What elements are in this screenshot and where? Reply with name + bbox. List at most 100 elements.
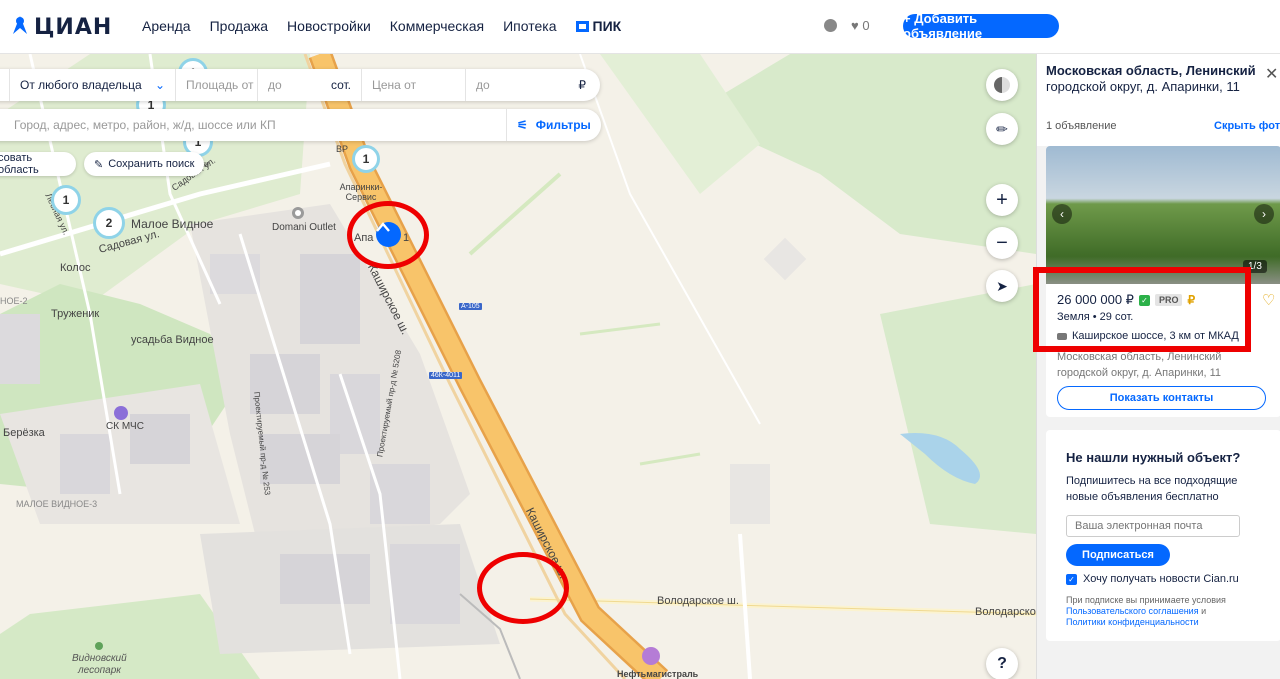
- favorites-count: 0: [862, 18, 870, 33]
- subscribe-card: Не нашли нужный объект? Подпишитесь на в…: [1046, 430, 1280, 641]
- map-label-maloe-vidnoe: Малое Видное: [131, 217, 214, 231]
- annotation-circle-marker: [347, 201, 429, 269]
- subscribe-text: Подпишитесь на все подходящие новые объя…: [1066, 475, 1238, 503]
- map[interactable]: Малое Видное Садовая ул. Лесная ул. Садо…: [0, 54, 1036, 679]
- geolocation-button[interactable]: ➤: [986, 270, 1018, 302]
- map-label-neftemagistral: Нефтьмагистраль: [617, 669, 699, 679]
- zoom-out-button[interactable]: −: [986, 227, 1018, 259]
- road-sign-46k4011: 46К-4011: [429, 372, 463, 379]
- chevron-down-icon[interactable]: ⌄: [0, 69, 10, 101]
- price-to-placeholder: до: [476, 78, 490, 92]
- close-icon[interactable]: ✕: [1265, 64, 1278, 84]
- listing-panel: Московская область, Ленинский городской …: [1036, 54, 1280, 679]
- panel-address-line1: Московская область, Ленинский: [1046, 63, 1256, 78]
- favorites[interactable]: ♥ 0: [851, 18, 870, 33]
- price-to-input[interactable]: до ₽: [466, 69, 596, 101]
- terms-link[interactable]: Пользовательского соглашения: [1066, 606, 1199, 616]
- nav-pik[interactable]: ПИК: [575, 18, 622, 34]
- save-search-button[interactable]: ✎ Сохранить поиск: [84, 152, 205, 176]
- area-unit: сот.: [330, 78, 351, 92]
- news-checkbox-label: Хочу получать новости Cian.ru: [1083, 573, 1239, 585]
- minus-icon: −: [996, 231, 1008, 254]
- map-label-volodarskoe: Володарское ш.: [657, 595, 739, 607]
- save-search-label: Сохранить поиск: [108, 158, 195, 170]
- favorite-heart-icon[interactable]: ♡: [1262, 291, 1275, 309]
- map-label-noe-2: НОЕ-2: [0, 296, 28, 306]
- map-label-domani: Domani Outlet: [272, 222, 336, 233]
- panel-address-line2: городской округ, д. Апаринки, 11: [1046, 79, 1240, 94]
- map-cluster[interactable]: 1: [51, 185, 81, 215]
- map-label-berezka: Берёзка: [3, 427, 45, 439]
- panel-address-title: Московская область, Ленинский городской …: [1046, 63, 1256, 95]
- map-label-sk-mchs: СК МЧС: [106, 421, 144, 432]
- sliders-icon: ⚟: [517, 118, 528, 132]
- map-cluster[interactable]: 1: [352, 145, 380, 173]
- show-contacts-button[interactable]: Показать контакты: [1057, 386, 1266, 410]
- logo-text: ЦИАН: [34, 14, 113, 40]
- toggle-photos-link[interactable]: Скрыть фото: [1214, 120, 1280, 132]
- listing-count: 1 объявление: [1046, 120, 1117, 132]
- bookmark-heart-icon: ✎: [94, 158, 104, 171]
- header-icons: ♥ 0: [824, 18, 870, 33]
- checkbox-checked-icon[interactable]: ✓: [1066, 573, 1077, 585]
- layers-button[interactable]: [986, 69, 1018, 101]
- draw-area-button[interactable]: совать область: [0, 152, 76, 176]
- nav-commercial[interactable]: Коммерческая: [390, 18, 484, 34]
- annotation-circle-junction: [477, 552, 569, 624]
- area-to-input[interactable]: до сот.: [258, 69, 362, 101]
- zoom-in-button[interactable]: +: [986, 184, 1018, 216]
- subscribe-title: Не нашли нужный объект?: [1066, 450, 1241, 465]
- legal-text: При подписке вы принимаете условия Польз…: [1066, 595, 1266, 628]
- nav-pik-label: ПИК: [592, 18, 622, 34]
- email-field[interactable]: [1066, 515, 1240, 537]
- area-to-placeholder: до: [268, 78, 282, 92]
- chevron-left-icon[interactable]: ‹: [1052, 204, 1072, 224]
- help-button[interactable]: ?: [986, 648, 1018, 679]
- map-label-usadba: усадьба Видное: [131, 334, 214, 346]
- map-label-aparinki-service: Апаринки-Сервис: [339, 182, 383, 202]
- road-sign-a105: А-105: [459, 303, 482, 310]
- address-search-input[interactable]: Город, адрес, метро, район, ж/д, шоссе и…: [0, 109, 507, 141]
- plus-icon: +: [996, 188, 1008, 211]
- nav-mortgage[interactable]: Ипотека: [503, 18, 556, 34]
- news-checkbox-row[interactable]: ✓ Хочу получать новости Cian.ru: [1066, 573, 1239, 585]
- filters-button[interactable]: ⚟ Фильтры: [507, 109, 601, 141]
- navigation-arrow-icon: ➤: [996, 277, 1008, 294]
- map-label-vidnovsky: Видновский: [72, 653, 127, 664]
- panel-header: Московская область, Ленинский городской …: [1037, 54, 1280, 102]
- price-from-input[interactable]: Цена от: [362, 69, 466, 101]
- chevron-down-icon: ⌄: [154, 78, 165, 92]
- logo-pin-icon: [13, 16, 27, 34]
- privacy-link[interactable]: Политики конфиденциальности: [1066, 617, 1199, 627]
- panel-count-row: 1 объявление Скрыть фото: [1037, 102, 1280, 146]
- map-label-kolos: Колос: [60, 262, 91, 274]
- map-label-lesopark: лесопарк: [78, 665, 121, 676]
- chevron-right-icon[interactable]: ›: [1254, 204, 1274, 224]
- nav-sale[interactable]: Продажа: [210, 18, 268, 34]
- filter-bar-params: ⌄ От любого владельца ⌄ Площадь от до со…: [0, 69, 600, 101]
- listing-photo[interactable]: ‹ › 1/3: [1046, 146, 1280, 284]
- chat-icon[interactable]: [824, 19, 837, 32]
- layers-icon: [994, 77, 1010, 93]
- subscribe-button[interactable]: Подписаться: [1066, 544, 1170, 566]
- legal-and: и: [1201, 606, 1207, 616]
- ruler-icon: ✏: [996, 120, 1008, 137]
- currency-symbol: ₽: [578, 78, 586, 92]
- pik-logo-icon: [575, 20, 589, 32]
- nav-rent[interactable]: Аренда: [142, 18, 191, 34]
- add-listing-button[interactable]: + Добавить объявление: [903, 11, 1059, 41]
- nav-new-buildings[interactable]: Новостройки: [287, 18, 371, 34]
- map-label-truzhenik: Труженик: [51, 308, 100, 320]
- area-from-input[interactable]: Площадь от: [176, 69, 258, 101]
- listing-address: Московская область, Ленинский городской …: [1057, 351, 1222, 379]
- search-bar: Город, адрес, метро, район, ж/д, шоссе и…: [0, 109, 601, 141]
- cian-logo[interactable]: ЦИАН: [10, 7, 112, 47]
- ruler-button[interactable]: ✏: [986, 113, 1018, 145]
- owner-select-value: От любого владельца: [20, 78, 142, 92]
- owner-select[interactable]: От любого владельца ⌄: [10, 69, 176, 101]
- map-label-volodarskoe-2: Володарское: [975, 606, 1036, 618]
- map-cluster[interactable]: 2: [93, 207, 125, 239]
- map-label-vr: ВР: [336, 144, 349, 154]
- filters-button-label: Фильтры: [535, 118, 591, 132]
- legal-prefix: При подписке вы принимаете условия: [1066, 595, 1226, 605]
